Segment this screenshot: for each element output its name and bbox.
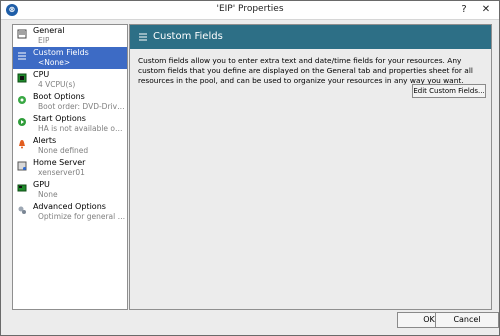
sidebar-item-subtext: <None> (38, 58, 71, 67)
custom-fields-description: Custom fields allow you to enter extra t… (138, 56, 473, 85)
sidebar-item-cpu[interactable]: CPU 4 VCPU(s) (13, 69, 127, 91)
sidebar-item-subtext: Optimize for general use (38, 212, 126, 221)
help-button[interactable]: ? (457, 3, 471, 17)
properties-window: ⊗ 'EIP' Properties ? ✕ General EIP Custo… (0, 0, 500, 336)
general-icon (17, 29, 27, 39)
sidebar-item-subtext: xenserver01 (38, 168, 85, 177)
alerts-icon (19, 140, 25, 149)
sidebar-item-label: GPU (33, 180, 50, 189)
sidebar-item-subtext: Boot order: DVD-Drive, H... (38, 102, 126, 111)
custom-fields-header-icon (139, 33, 147, 41)
sidebar-item-subtext: HA is not available on sta... (38, 124, 126, 133)
panel-header: Custom Fields (130, 25, 491, 49)
start-options-icon (18, 118, 26, 126)
custom-fields-panel: Custom Fields Custom fields allow you to… (129, 24, 492, 310)
cancel-button[interactable]: Cancel (435, 312, 499, 328)
sidebar-item-subtext: 4 VCPU(s) (38, 80, 76, 89)
cpu-icon (17, 73, 27, 83)
sidebar-item-general[interactable]: General EIP (13, 25, 127, 47)
sidebar-item-label: Start Options (33, 114, 86, 123)
sidebar-item-start-options[interactable]: Start Options HA is not available on sta… (13, 113, 127, 135)
custom-fields-icon (18, 52, 26, 60)
sidebar-item-boot-options[interactable]: Boot Options Boot order: DVD-Drive, H... (13, 91, 127, 113)
sidebar-item-label: Alerts (33, 136, 57, 145)
boot-options-icon (18, 96, 26, 104)
sidebar-item-gpu[interactable]: GPU None (13, 179, 127, 201)
properties-sidebar: General EIP Custom Fields <None> CPU 4 V… (12, 24, 128, 310)
title-bar: ⊗ 'EIP' Properties ? ✕ (1, 1, 499, 20)
gpu-icon (17, 184, 27, 192)
sidebar-item-subtext: EIP (38, 36, 50, 45)
sidebar-item-label: Custom Fields (33, 48, 89, 57)
sidebar-item-label: Boot Options (33, 92, 85, 101)
sidebar-item-subtext: None defined (38, 146, 89, 155)
sidebar-item-advanced-options[interactable]: Advanced Options Optimize for general us… (13, 201, 127, 223)
window-title: 'EIP' Properties (216, 4, 284, 14)
sidebar-item-label: CPU (33, 70, 50, 79)
sidebar-item-label: General (33, 26, 65, 35)
sidebar-item-label: Home Server (33, 158, 86, 167)
close-button[interactable]: ✕ (479, 3, 493, 17)
panel-title: Custom Fields (153, 31, 223, 42)
sidebar-item-custom-fields[interactable]: Custom Fields <None> (13, 47, 127, 69)
sidebar-item-alerts[interactable]: Alerts None defined (13, 135, 127, 157)
sidebar-item-subtext: None (38, 190, 58, 199)
home-server-icon (17, 161, 27, 171)
sidebar-item-home-server[interactable]: Home Server xenserver01 (13, 157, 127, 179)
edit-custom-fields-button[interactable]: Edit Custom Fields... (412, 84, 486, 98)
sidebar-item-label: Advanced Options (33, 202, 106, 211)
advanced-options-icon (18, 206, 26, 214)
